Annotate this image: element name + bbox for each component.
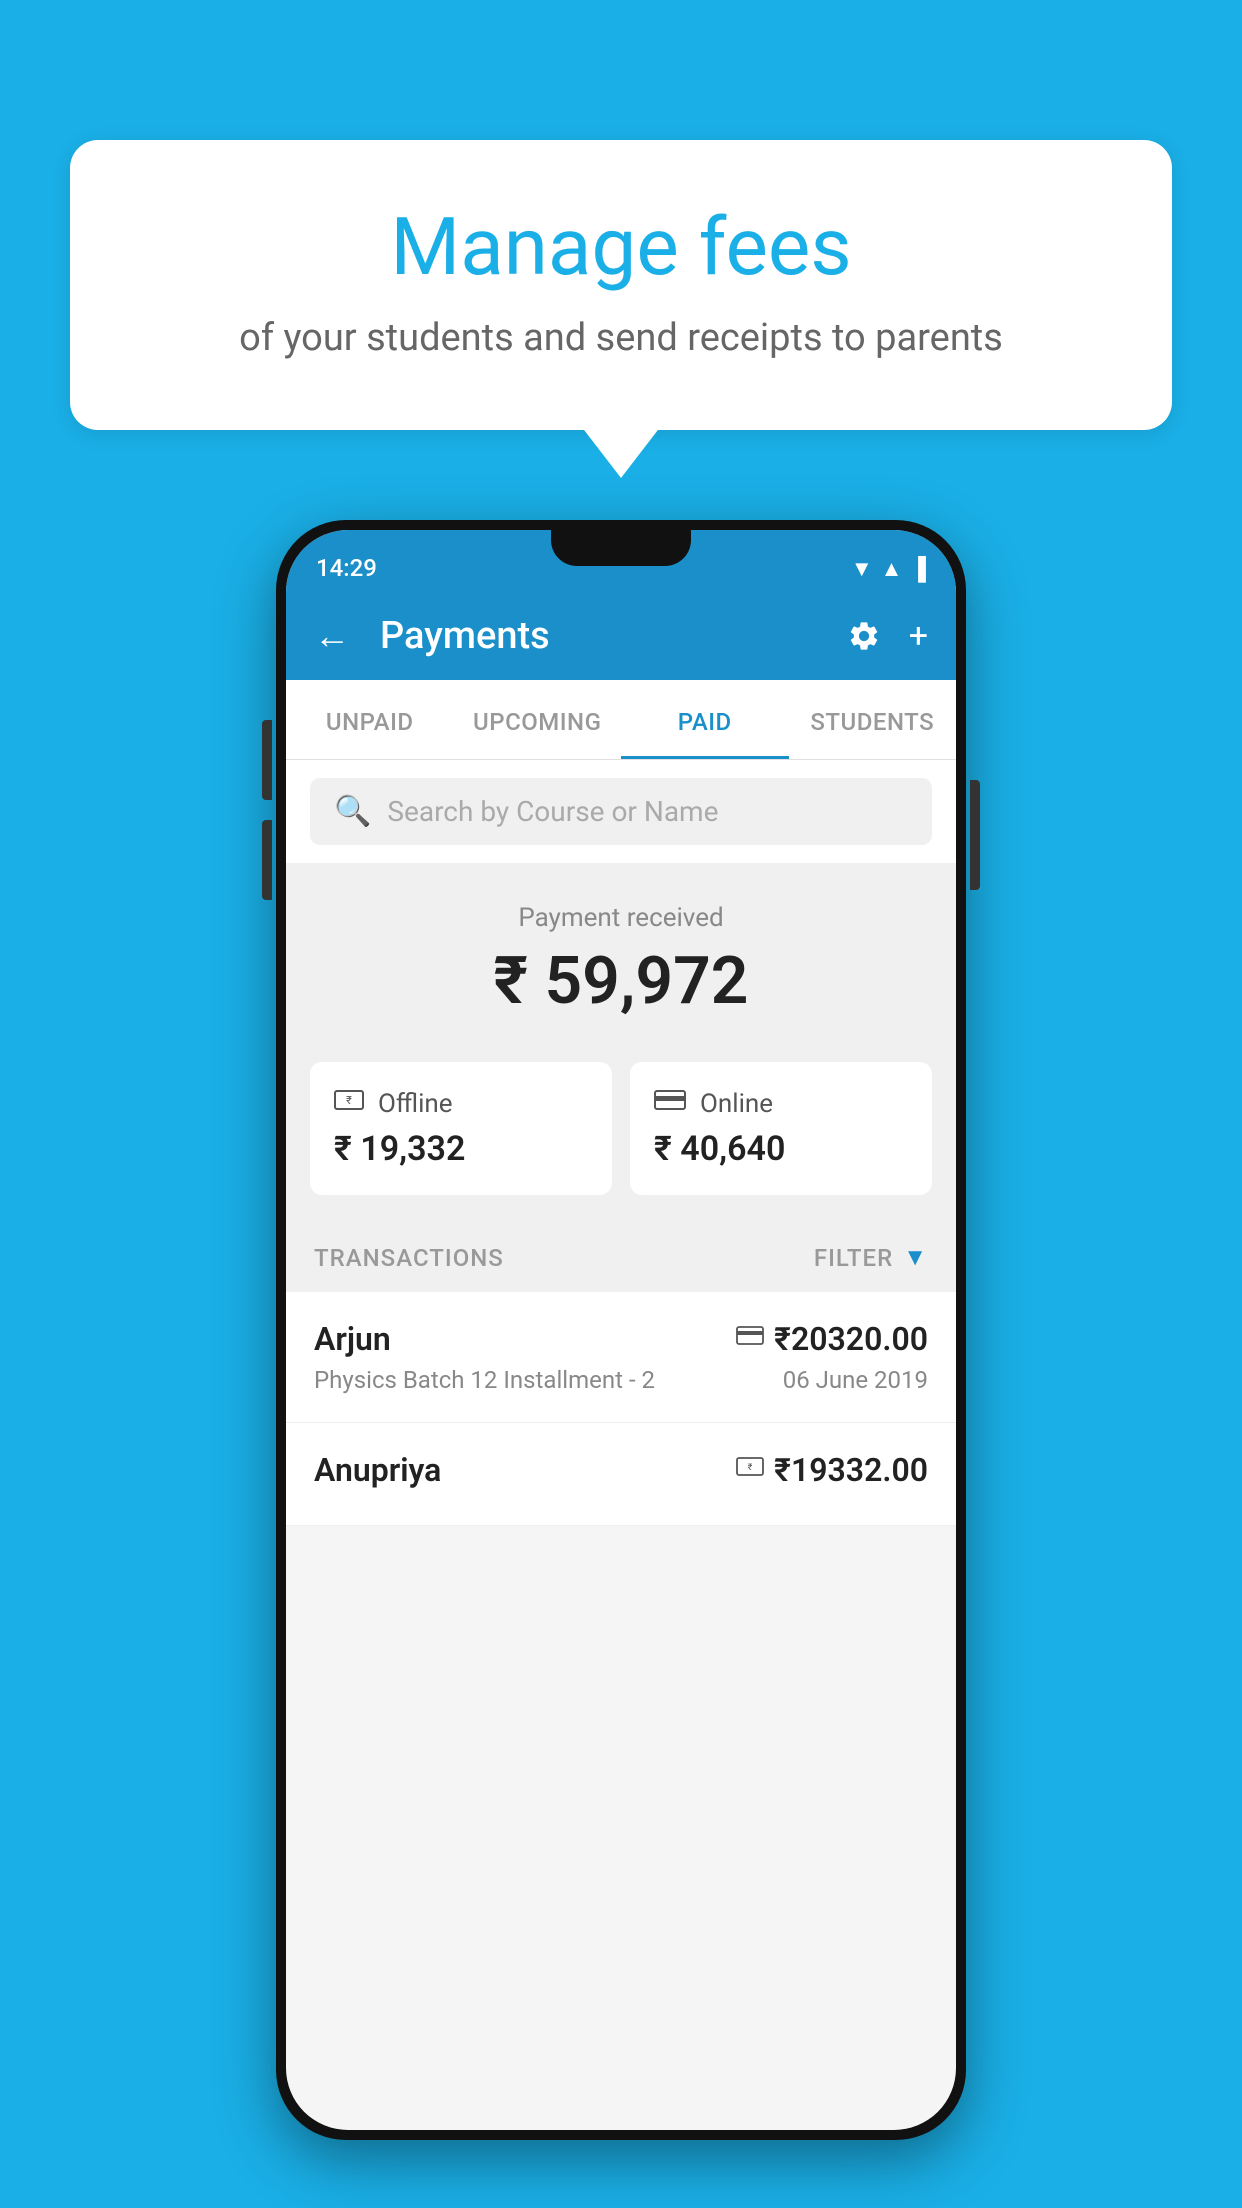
status-icons: ▼ ▲ ▐ xyxy=(851,556,926,582)
search-icon: 🔍 xyxy=(334,794,371,829)
gear-icon[interactable] xyxy=(847,619,881,653)
bubble-title: Manage fees xyxy=(140,200,1102,294)
search-bar-container: 🔍 Search by Course or Name xyxy=(286,760,956,863)
online-card: Online ₹ 40,640 xyxy=(630,1062,932,1195)
payment-received-label: Payment received xyxy=(316,903,926,933)
tx-row-top: Arjun ₹20320.00 xyxy=(314,1320,928,1358)
phone-frame: 14:29 ▼ ▲ ▐ ← Payments + UNPAID UPCOMING… xyxy=(276,520,966,2140)
tx-amount-wrap: ₹ ₹19332.00 xyxy=(736,1451,928,1489)
phone-screen: 14:29 ▼ ▲ ▐ ← Payments + UNPAID UPCOMING… xyxy=(286,530,956,2130)
tx-payment-type-icon: ₹ xyxy=(736,1455,764,1485)
tx-course: Physics Batch 12 Installment - 2 xyxy=(314,1366,655,1394)
tx-amount: ₹19332.00 xyxy=(774,1451,928,1489)
bubble-subtitle: of your students and send receipts to pa… xyxy=(140,316,1102,360)
payment-received-amount: ₹ 59,972 xyxy=(316,943,926,1020)
payment-cards-row: ₹ Offline ₹ 19,332 Online xyxy=(286,1040,956,1223)
filter-label: FILTER xyxy=(814,1244,893,1272)
tx-date: 06 June 2019 xyxy=(783,1366,928,1394)
svg-text:₹: ₹ xyxy=(748,1463,753,1473)
svg-text:₹: ₹ xyxy=(346,1094,352,1107)
tab-paid[interactable]: PAID xyxy=(621,708,789,759)
payment-received-section: Payment received ₹ 59,972 xyxy=(286,863,956,1040)
online-label: Online xyxy=(700,1089,773,1119)
tx-payment-type-icon xyxy=(736,1324,764,1354)
online-icon xyxy=(654,1088,686,1119)
tx-name: Arjun xyxy=(314,1320,391,1358)
offline-amount: ₹ 19,332 xyxy=(334,1129,588,1169)
phone-notch xyxy=(551,530,691,566)
tx-row-top: Anupriya ₹ ₹19332.00 xyxy=(314,1451,928,1489)
battery-icon: ▐ xyxy=(910,556,926,582)
header-icons: + xyxy=(847,616,928,656)
online-amount: ₹ 40,640 xyxy=(654,1129,908,1169)
online-card-header: Online xyxy=(654,1088,908,1119)
plus-button[interactable]: + xyxy=(909,616,928,656)
filter-button[interactable]: FILTER ▼ xyxy=(814,1243,928,1272)
tx-amount-wrap: ₹20320.00 xyxy=(736,1320,928,1358)
tab-students[interactable]: STUDENTS xyxy=(789,708,957,759)
speech-bubble-container: Manage fees of your students and send re… xyxy=(70,140,1172,430)
volume-button-down xyxy=(262,820,272,900)
signal-icon: ▲ xyxy=(881,556,903,582)
offline-card: ₹ Offline ₹ 19,332 xyxy=(310,1062,612,1195)
offline-label: Offline xyxy=(378,1089,453,1119)
wifi-icon: ▼ xyxy=(851,556,873,582)
tx-amount: ₹20320.00 xyxy=(774,1320,928,1358)
tx-row-bottom: Physics Batch 12 Installment - 2 06 June… xyxy=(314,1366,928,1394)
transactions-label: TRANSACTIONS xyxy=(314,1244,504,1272)
transaction-row[interactable]: Anupriya ₹ ₹19332.00 xyxy=(286,1423,956,1526)
status-time: 14:29 xyxy=(316,554,377,582)
speech-bubble: Manage fees of your students and send re… xyxy=(70,140,1172,430)
transaction-row[interactable]: Arjun ₹20320.00 Physics Batch 12 Install… xyxy=(286,1292,956,1423)
offline-card-header: ₹ Offline xyxy=(334,1088,588,1119)
search-input[interactable]: Search by Course or Name xyxy=(387,795,718,828)
header-title: Payments xyxy=(380,614,827,658)
tab-upcoming[interactable]: UPCOMING xyxy=(454,708,622,759)
offline-icon: ₹ xyxy=(334,1088,364,1119)
tabs-container: UNPAID UPCOMING PAID STUDENTS xyxy=(286,680,956,760)
tx-name: Anupriya xyxy=(314,1451,441,1489)
transactions-header: TRANSACTIONS FILTER ▼ xyxy=(286,1223,956,1292)
power-button xyxy=(970,780,980,890)
app-header: ← Payments + xyxy=(286,592,956,680)
filter-icon: ▼ xyxy=(903,1243,928,1272)
back-button[interactable]: ← xyxy=(314,615,350,657)
tab-unpaid[interactable]: UNPAID xyxy=(286,708,454,759)
search-inner[interactable]: 🔍 Search by Course or Name xyxy=(310,778,932,845)
volume-button-up xyxy=(262,720,272,800)
